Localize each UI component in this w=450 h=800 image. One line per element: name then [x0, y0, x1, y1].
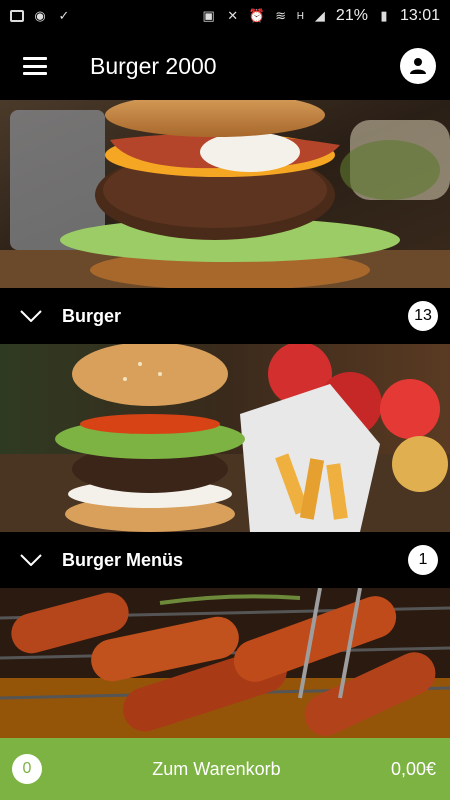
burger-fries-photo [0, 344, 450, 532]
cart-total: 0,00€ [390, 758, 436, 779]
check-notification-icon: ✓ [58, 8, 70, 23]
status-bar: ◉ ✓ ▣ ✕ ⏰ ≋ H ◢ 21% ▮ 13:01 [0, 0, 450, 32]
wifi-icon: ≋ [275, 8, 287, 23]
alarm-icon: ⏰ [248, 8, 265, 23]
burger-photo [0, 100, 450, 288]
status-bar-system: ▣ ✕ ⏰ ≋ H ◢ 21% ▮ 13:01 [201, 7, 440, 25]
cart-label: Zum Warenkorb [152, 758, 281, 779]
category-row-burger[interactable]: Burger 13 [0, 288, 450, 344]
image-notification-icon [10, 10, 24, 22]
clock: 13:01 [399, 7, 440, 24]
app-title: Burger 2000 [90, 52, 217, 79]
cart-count-badge: 0 [12, 754, 42, 784]
hamburger-icon [23, 57, 47, 75]
cart-bar[interactable]: 0 Zum Warenkorb 0,00€ [0, 738, 450, 800]
user-icon [410, 58, 426, 74]
mute-icon: ✕ [227, 8, 239, 23]
battery-percent: 21% [335, 7, 368, 24]
battery-icon: ▮ [380, 8, 388, 23]
app-bar: Burger 2000 [0, 32, 450, 100]
status-bar-notifications: ◉ ✓ [10, 8, 72, 24]
category-image-burger-menus[interactable] [0, 344, 450, 532]
category-label: Burger [62, 305, 122, 326]
chevron-down-icon [0, 554, 62, 566]
category-count-badge: 13 [408, 301, 438, 331]
lock-icon: ▣ [202, 8, 215, 23]
signal-icon: ◢ [314, 8, 325, 23]
category-count-badge: 1 [408, 545, 438, 575]
network-type: H [296, 10, 304, 22]
category-label: Burger Menüs [62, 549, 184, 570]
profile-button[interactable] [400, 48, 436, 84]
grilled-sausages-photo [0, 588, 450, 738]
chevron-down-icon [0, 310, 62, 322]
category-image-sausages[interactable] [0, 588, 450, 738]
menu-button[interactable] [0, 32, 70, 100]
category-image-burger[interactable] [0, 100, 450, 288]
category-row-burger-menus[interactable]: Burger Menüs 1 [0, 532, 450, 588]
sync-notification-icon: ◉ [34, 8, 46, 23]
